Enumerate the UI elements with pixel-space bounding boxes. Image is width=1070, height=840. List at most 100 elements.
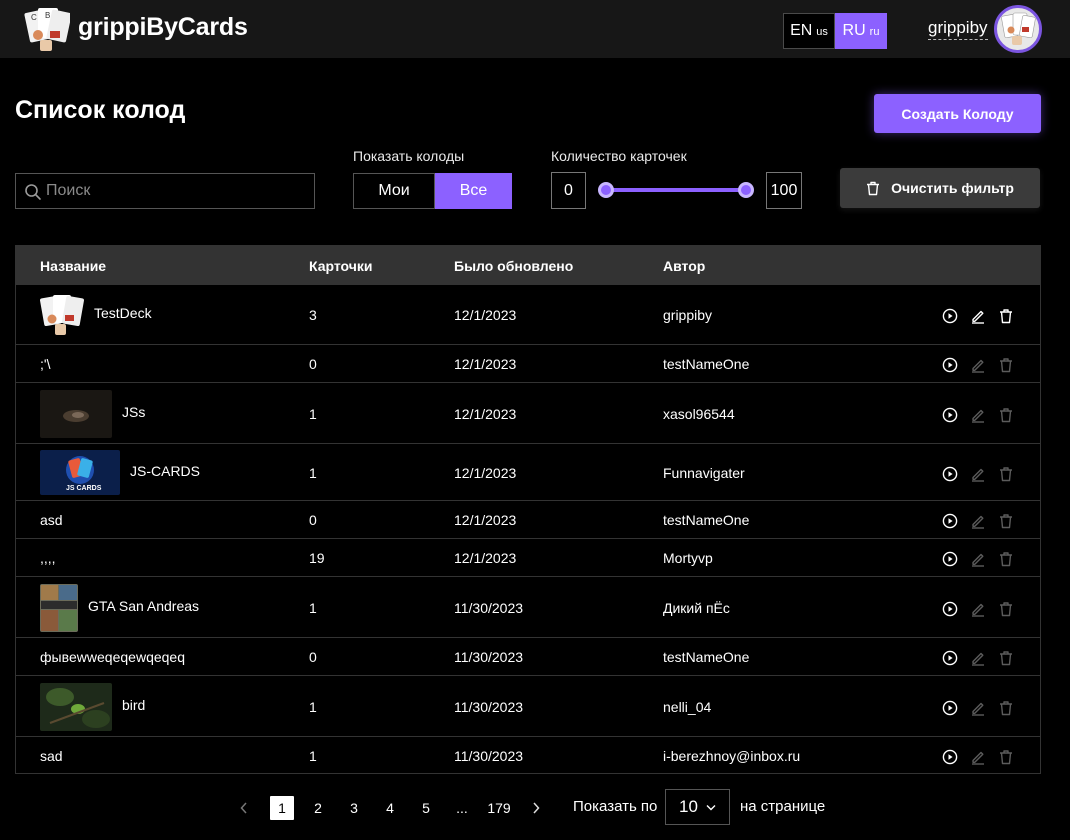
deck-name[interactable]: JSs [122, 404, 145, 420]
page-3[interactable]: 3 [342, 796, 366, 820]
deck-updated-date: 12/1/2023 [454, 307, 517, 323]
show-mine-toggle[interactable]: Мои [353, 173, 435, 209]
play-icon[interactable] [942, 513, 960, 531]
clear-filter-button[interactable]: Очистить фильтр [840, 168, 1040, 208]
delete-icon[interactable] [998, 700, 1016, 718]
card-count-label: Количество карточек [551, 148, 687, 164]
edit-icon[interactable] [970, 601, 988, 619]
edit-icon[interactable] [970, 700, 988, 718]
deck-name[interactable]: bird [122, 697, 145, 713]
lang-en-label: EN [790, 22, 813, 39]
card-count-max-handle[interactable] [738, 182, 754, 198]
chevron-right-icon [533, 802, 540, 814]
show-all-toggle[interactable]: Все [435, 173, 512, 209]
table-row[interactable]: TestDeck 3 12/1/2023 grippiby [16, 284, 1040, 344]
page-1[interactable]: 1 [270, 796, 294, 820]
username-link[interactable]: grippiby [928, 18, 988, 40]
deck-author: xasol96544 [663, 406, 735, 422]
page-2[interactable]: 2 [306, 796, 330, 820]
lang-ru-button[interactable]: RU ru [835, 13, 887, 49]
lang-en-button[interactable]: EN us [783, 13, 835, 49]
edit-icon[interactable] [970, 466, 988, 484]
table-header: Название Карточки Было обновлено Автор [16, 246, 1040, 284]
table-row[interactable]: JSs 1 12/1/2023 xasol96544 [16, 382, 1040, 443]
column-author[interactable]: Автор [663, 258, 705, 274]
search-input[interactable] [46, 174, 306, 208]
edit-icon[interactable] [970, 357, 988, 375]
edit-icon[interactable] [970, 407, 988, 425]
table-row[interactable]: ,,,, 19 12/1/2023 Mortyvp [16, 538, 1040, 576]
deck-card-count: 1 [309, 699, 317, 715]
page-179[interactable]: 179 [484, 796, 514, 820]
deck-name[interactable]: ;'\ [40, 356, 50, 372]
delete-icon[interactable] [998, 308, 1016, 326]
deck-author: i-berezhnoy@inbox.ru [663, 748, 801, 764]
deck-updated-date: 11/30/2023 [454, 699, 524, 715]
card-count-max-input[interactable]: 100 [766, 172, 802, 209]
table-row[interactable]: GTA San Andreas 1 11/30/2023 Дикий пЁс [16, 576, 1040, 637]
prev-page-button[interactable] [232, 796, 256, 820]
delete-icon[interactable] [998, 601, 1016, 619]
svg-text:JS CARDS: JS CARDS [66, 485, 102, 492]
card-count-min-handle[interactable] [598, 182, 614, 198]
table-row[interactable]: asd 0 12/1/2023 testNameOne [16, 500, 1040, 538]
table-row[interactable]: sad 1 11/30/2023 i-berezhnoy@inbox.ru [16, 736, 1040, 773]
clear-filter-label: Очистить фильтр [891, 180, 1014, 196]
play-icon[interactable] [942, 601, 960, 619]
deck-name[interactable]: TestDeck [94, 305, 152, 321]
edit-icon[interactable] [970, 749, 988, 767]
delete-icon[interactable] [998, 407, 1016, 425]
edit-icon[interactable] [970, 308, 988, 326]
table-row[interactable]: ;'\ 0 12/1/2023 testNameOne [16, 344, 1040, 382]
per-page-value: 10 [679, 797, 698, 816]
deck-author: Mortyvp [663, 550, 713, 566]
deck-name[interactable]: GTA San Andreas [88, 598, 199, 614]
avatar[interactable] [994, 5, 1042, 53]
card-count-slider-track[interactable] [604, 188, 746, 192]
create-deck-button[interactable]: Создать Колоду [874, 94, 1041, 133]
play-icon[interactable] [942, 466, 960, 484]
deck-name[interactable]: asd [40, 512, 63, 528]
edit-icon[interactable] [970, 551, 988, 569]
deck-name[interactable]: sad [40, 748, 63, 764]
search-field[interactable] [15, 173, 315, 209]
deck-author: testNameOne [663, 649, 750, 665]
column-updated[interactable]: Было обновлено [454, 258, 573, 274]
deck-name[interactable]: JS-CARDS [130, 463, 200, 479]
row-actions [942, 551, 1016, 569]
play-icon[interactable] [942, 749, 960, 767]
deck-card-count: 0 [309, 649, 317, 665]
delete-icon[interactable] [998, 650, 1016, 668]
deck-updated-date: 12/1/2023 [454, 356, 517, 372]
play-icon[interactable] [942, 407, 960, 425]
table-row[interactable]: JS CARDS JS-CARDS 1 12/1/2023 Funnavigater [16, 443, 1040, 500]
deck-updated-date: 12/1/2023 [454, 512, 517, 528]
delete-icon[interactable] [998, 513, 1016, 531]
delete-icon[interactable] [998, 357, 1016, 375]
per-page-select[interactable]: 10 [665, 789, 730, 825]
column-name[interactable]: Название [40, 258, 106, 274]
card-count-min-input[interactable]: 0 [551, 172, 586, 209]
play-icon[interactable] [942, 700, 960, 718]
page-4[interactable]: 4 [378, 796, 402, 820]
page-5[interactable]: 5 [414, 796, 438, 820]
deck-card-count: 1 [309, 465, 317, 481]
play-icon[interactable] [942, 551, 960, 569]
table-row[interactable]: bird 1 11/30/2023 nelli_04 [16, 675, 1040, 736]
play-icon[interactable] [942, 308, 960, 326]
row-actions [942, 407, 1016, 425]
delete-icon[interactable] [998, 466, 1016, 484]
deck-name[interactable]: ,,,, [40, 550, 56, 566]
delete-icon[interactable] [998, 551, 1016, 569]
table-row[interactable]: фывewweqeqewqeqeq 0 11/30/2023 testNameOne [16, 637, 1040, 675]
play-icon[interactable] [942, 650, 960, 668]
column-cards[interactable]: Карточки [309, 258, 373, 274]
edit-icon[interactable] [970, 513, 988, 531]
delete-icon[interactable] [998, 749, 1016, 767]
deck-name[interactable]: фывewweqeqewqeqeq [40, 649, 185, 665]
play-icon[interactable] [942, 357, 960, 375]
app-name[interactable]: grippiByCards [78, 13, 248, 42]
edit-icon[interactable] [970, 650, 988, 668]
next-page-button[interactable] [524, 796, 548, 820]
cards-logo-icon[interactable]: C B [24, 5, 70, 53]
